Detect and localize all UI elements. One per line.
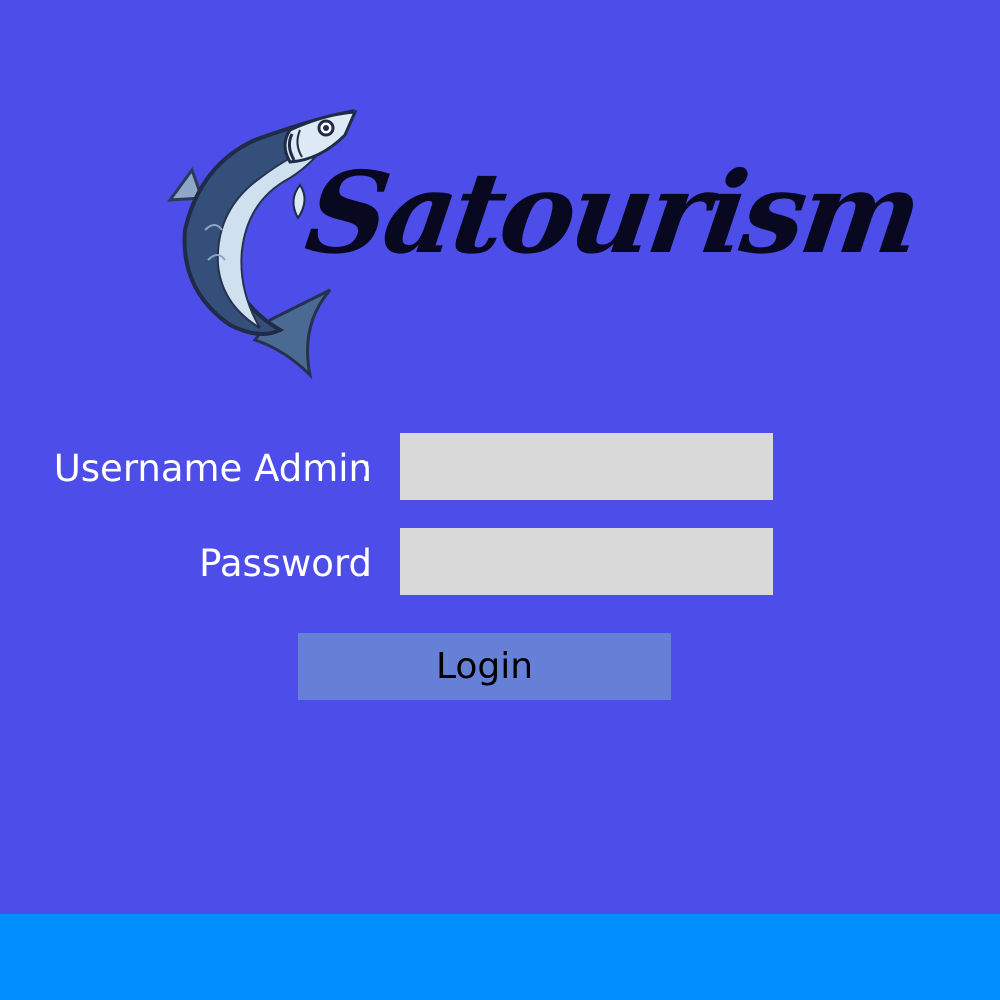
password-colon: : [360, 542, 373, 585]
brand-name: Satourism [298, 148, 926, 279]
logo: Satourism [160, 100, 926, 390]
password-input[interactable] [400, 528, 773, 595]
username-label: Username Admin [53, 447, 372, 490]
username-input[interactable] [400, 433, 773, 500]
login-button[interactable]: Login [298, 633, 671, 700]
login-page: Satourism Username Admin : Password : Lo… [0, 0, 1000, 1000]
username-colon: : [360, 447, 373, 490]
footer-bar [0, 914, 1000, 1000]
password-label: Password [199, 542, 372, 585]
